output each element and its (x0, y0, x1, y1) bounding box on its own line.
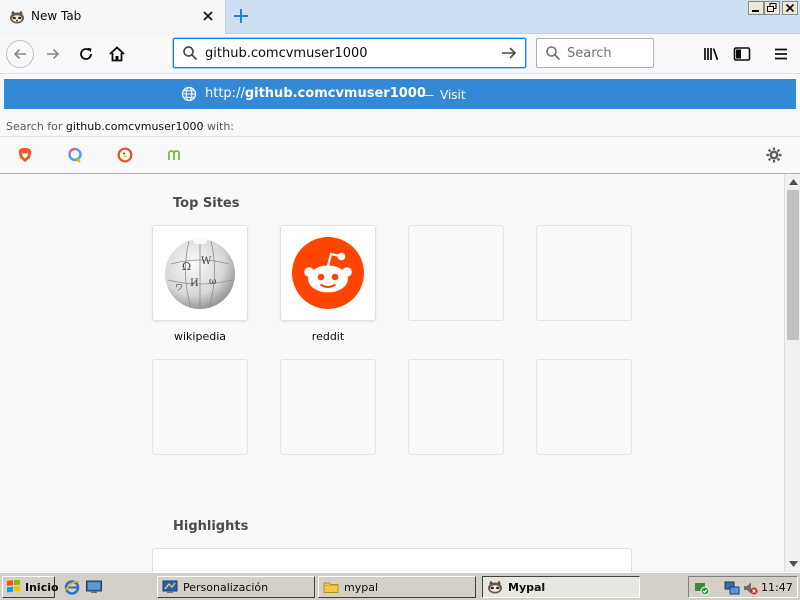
menu-icon (773, 46, 789, 62)
library-icon (702, 46, 720, 62)
taskbar-item-mypal-folder[interactable]: mypal (318, 576, 476, 598)
wikipedia-globe-icon: Ω W И ω ワ (161, 234, 239, 312)
tab-strip: New Tab (0, 0, 800, 34)
reload-button[interactable] (72, 40, 100, 68)
taskbar-item-mypal-browser[interactable]: Mypal (482, 576, 640, 598)
svg-text:W: W (201, 256, 212, 267)
visit-suggestion-row[interactable]: http://github.comcvmuser1000 — Visit (4, 79, 796, 109)
highlight-card[interactable] (152, 548, 632, 572)
search-icon (182, 45, 198, 61)
page-scrollbar[interactable] (784, 174, 800, 572)
top-site-label: reddit (311, 330, 345, 343)
main-menu-button[interactable] (767, 40, 795, 68)
display-properties-icon (162, 579, 178, 595)
tab-new-tab[interactable]: New Tab (0, 0, 226, 34)
clock: 11:47 (761, 581, 793, 594)
search-icon (545, 45, 561, 61)
navigation-toolbar (0, 34, 800, 74)
top-site-tile-empty[interactable] (408, 225, 504, 321)
top-site-tile-empty[interactable] (152, 359, 248, 455)
scrollbar-thumb[interactable] (787, 190, 799, 340)
search-bar[interactable] (536, 38, 654, 68)
windows-logo-icon (6, 580, 22, 594)
security-center-icon[interactable] (694, 580, 710, 596)
back-icon (12, 46, 28, 62)
svg-text:Ω: Ω (182, 260, 191, 273)
mojeek-icon[interactable] (166, 146, 184, 164)
mypal-raccoon-icon (487, 579, 503, 595)
taskbar-item-label: mypal (344, 580, 379, 594)
svg-text:ω: ω (209, 277, 216, 287)
brave-search-icon[interactable] (16, 146, 34, 164)
reload-icon (78, 46, 94, 62)
suggestion-action: Visit (440, 88, 466, 102)
mypal-raccoon-icon (9, 9, 25, 25)
url-bar[interactable] (173, 38, 526, 68)
forward-icon (45, 46, 61, 62)
system-tray: 11:47 (688, 576, 798, 598)
top-site-tile-empty[interactable] (536, 225, 632, 321)
search-input[interactable] (567, 44, 647, 62)
home-icon (108, 45, 126, 63)
close-tab-icon[interactable] (199, 7, 217, 25)
start-label: Inicio (25, 580, 59, 594)
suggestion-separator: — (422, 88, 434, 102)
minimize-window-icon[interactable] (748, 1, 764, 15)
show-desktop-icon[interactable] (85, 578, 103, 596)
back-button[interactable] (6, 40, 34, 68)
restore-window-icon[interactable] (764, 1, 780, 15)
svg-text:ワ: ワ (175, 283, 183, 292)
taskbar-item-label: Mypal (508, 580, 546, 594)
highlights-heading: Highlights (173, 519, 249, 534)
duckduckgo-icon[interactable] (116, 146, 134, 164)
taskbar: Inicio Personalización mypal Mypal 11:47 (0, 572, 800, 600)
qwant-icon[interactable] (66, 146, 84, 164)
start-button[interactable]: Inicio (2, 576, 59, 598)
tab-title: New Tab (31, 9, 82, 23)
top-site-tile-empty[interactable] (536, 359, 632, 455)
home-button[interactable] (103, 40, 131, 68)
search-for-label: Search for github.comcvmuser1000 with: (6, 120, 234, 133)
close-window-icon[interactable] (782, 1, 798, 15)
one-off-search-engines (0, 136, 800, 174)
top-sites-heading: Top Sites (173, 196, 240, 211)
volume-muted-icon[interactable] (742, 580, 758, 596)
new-tab-plus-icon[interactable] (231, 6, 251, 26)
top-site-label: wikipedia (173, 330, 226, 343)
forward-button[interactable] (39, 40, 67, 68)
svg-text:И: И (190, 278, 199, 289)
taskbar-item-label: Personalización (183, 580, 269, 594)
taskbar-item-personalizacion[interactable]: Personalización (157, 576, 315, 598)
library-button[interactable] (697, 40, 725, 68)
top-site-tile-wikipedia[interactable]: Ω W И ω ワ (152, 225, 248, 321)
go-arrow-icon[interactable] (500, 45, 518, 61)
url-input[interactable] (205, 43, 495, 63)
gear-icon[interactable] (765, 146, 783, 164)
new-tab-page: Top Sites Ω W И ω ワ wikipedia reddit Hig… (0, 174, 784, 572)
top-site-tile-empty[interactable] (408, 359, 504, 455)
sidebar-icon (733, 46, 751, 62)
urlbar-autocomplete-popup: http://github.comcvmuser1000 — Visit Sea… (0, 74, 800, 174)
scroll-down-arrow-icon[interactable] (785, 556, 800, 572)
top-site-tile-reddit[interactable] (280, 225, 376, 321)
top-site-tile-empty[interactable] (280, 359, 376, 455)
scroll-up-arrow-icon[interactable] (785, 174, 800, 190)
sidebar-toggle-button[interactable] (728, 40, 756, 68)
internet-explorer-icon[interactable] (63, 578, 81, 596)
globe-icon (181, 86, 197, 102)
reddit-alien-icon (292, 237, 364, 309)
folder-icon (323, 579, 339, 595)
suggestion-url: http://github.comcvmuser1000 (205, 86, 426, 101)
network-icon[interactable] (724, 580, 740, 596)
